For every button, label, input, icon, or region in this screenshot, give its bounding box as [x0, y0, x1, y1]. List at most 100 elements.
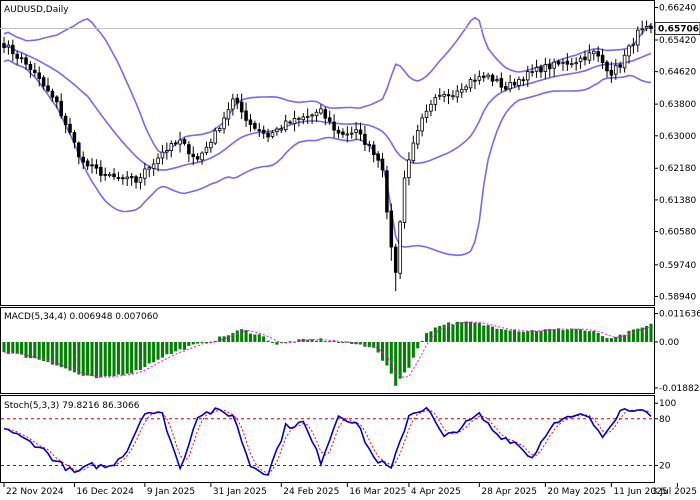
candle[interactable]	[165, 142, 169, 160]
candle[interactable]	[499, 72, 504, 92]
candle[interactable]	[393, 243, 398, 292]
candle[interactable]	[459, 83, 464, 98]
candle[interactable]	[464, 84, 468, 93]
candle[interactable]	[279, 124, 284, 134]
candle[interactable]	[292, 110, 297, 132]
candle[interactable]	[473, 74, 477, 90]
candle[interactable]	[332, 114, 336, 138]
candle[interactable]	[28, 61, 33, 78]
candle[interactable]	[565, 53, 570, 71]
candle[interactable]	[253, 120, 257, 131]
candle[interactable]	[468, 77, 473, 92]
candle[interactable]	[490, 73, 495, 87]
stoch-panel[interactable]	[1, 406, 654, 476]
candle[interactable]	[33, 62, 37, 77]
candle[interactable]	[336, 126, 341, 139]
candle[interactable]	[129, 173, 134, 186]
candle[interactable]	[125, 170, 130, 187]
candle[interactable]	[570, 58, 574, 68]
candle[interactable]	[512, 78, 517, 88]
candle[interactable]	[239, 93, 244, 120]
candle[interactable]	[121, 174, 125, 185]
price-panel[interactable]	[0, 16, 655, 292]
candle[interactable]	[94, 159, 99, 174]
candle[interactable]	[116, 171, 121, 182]
candle[interactable]	[288, 120, 292, 125]
candle[interactable]	[63, 113, 68, 134]
candle[interactable]	[455, 85, 460, 103]
candle[interactable]	[534, 59, 539, 78]
candle[interactable]	[587, 44, 592, 64]
candle[interactable]	[486, 72, 490, 80]
candle[interactable]	[283, 114, 288, 133]
candle[interactable]	[407, 152, 411, 186]
candle[interactable]	[275, 126, 279, 136]
candle[interactable]	[244, 102, 248, 128]
candle[interactable]	[90, 158, 94, 174]
candle[interactable]	[257, 122, 262, 138]
candle[interactable]	[446, 89, 451, 105]
candle[interactable]	[15, 50, 19, 65]
candle[interactable]	[231, 93, 235, 116]
candle[interactable]	[204, 141, 209, 156]
candle[interactable]	[477, 70, 482, 85]
candle[interactable]	[103, 167, 107, 181]
candle[interactable]	[341, 128, 345, 138]
candle[interactable]	[349, 126, 354, 139]
candle[interactable]	[200, 151, 204, 165]
candle[interactable]	[371, 141, 376, 163]
candle[interactable]	[226, 102, 231, 126]
candle[interactable]	[222, 111, 226, 134]
candle[interactable]	[354, 121, 358, 140]
candle[interactable]	[112, 168, 116, 180]
macd-panel[interactable]	[2, 321, 653, 386]
candle[interactable]	[160, 144, 165, 165]
candle[interactable]	[398, 220, 402, 279]
candle[interactable]	[517, 76, 521, 91]
candle[interactable]	[2, 36, 6, 53]
candle[interactable]	[134, 174, 138, 189]
candle[interactable]	[138, 173, 143, 190]
candle[interactable]	[411, 135, 416, 164]
candle[interactable]	[389, 203, 394, 261]
candle[interactable]	[600, 48, 605, 70]
candle[interactable]	[358, 122, 363, 142]
candle[interactable]	[169, 140, 174, 158]
candle[interactable]	[424, 104, 429, 123]
candle[interactable]	[77, 141, 81, 165]
candle[interactable]	[319, 104, 323, 115]
candle[interactable]	[314, 109, 319, 122]
candle[interactable]	[310, 113, 314, 124]
candle[interactable]	[68, 117, 72, 136]
candle[interactable]	[451, 90, 455, 101]
candle[interactable]	[182, 137, 187, 146]
candle[interactable]	[636, 26, 640, 52]
trading-chart[interactable]: 0.66240 0.65420 0.64620 0.63800 0.63000 0.621…	[0, 0, 700, 500]
candle[interactable]	[402, 170, 407, 229]
candle[interactable]	[437, 88, 442, 100]
candle[interactable]	[187, 141, 191, 163]
candle[interactable]	[574, 57, 578, 71]
candle[interactable]	[442, 90, 446, 103]
candle[interactable]	[217, 126, 222, 133]
candle[interactable]	[143, 162, 147, 186]
candle[interactable]	[11, 39, 15, 62]
candle[interactable]	[85, 158, 90, 170]
candle[interactable]	[548, 58, 552, 78]
candle[interactable]	[380, 152, 385, 178]
candle[interactable]	[178, 131, 182, 153]
candle[interactable]	[151, 158, 156, 176]
candle[interactable]	[614, 59, 618, 80]
candle[interactable]	[420, 113, 424, 137]
candle[interactable]	[99, 160, 103, 182]
candle[interactable]	[376, 151, 380, 168]
candle[interactable]	[235, 93, 240, 110]
candle[interactable]	[107, 172, 112, 178]
candle[interactable]	[578, 55, 583, 69]
candle[interactable]	[195, 153, 200, 163]
candle[interactable]	[363, 125, 367, 151]
candle[interactable]	[209, 138, 213, 153]
candle[interactable]	[605, 60, 609, 78]
candle[interactable]	[59, 93, 63, 119]
candle[interactable]	[261, 125, 266, 139]
